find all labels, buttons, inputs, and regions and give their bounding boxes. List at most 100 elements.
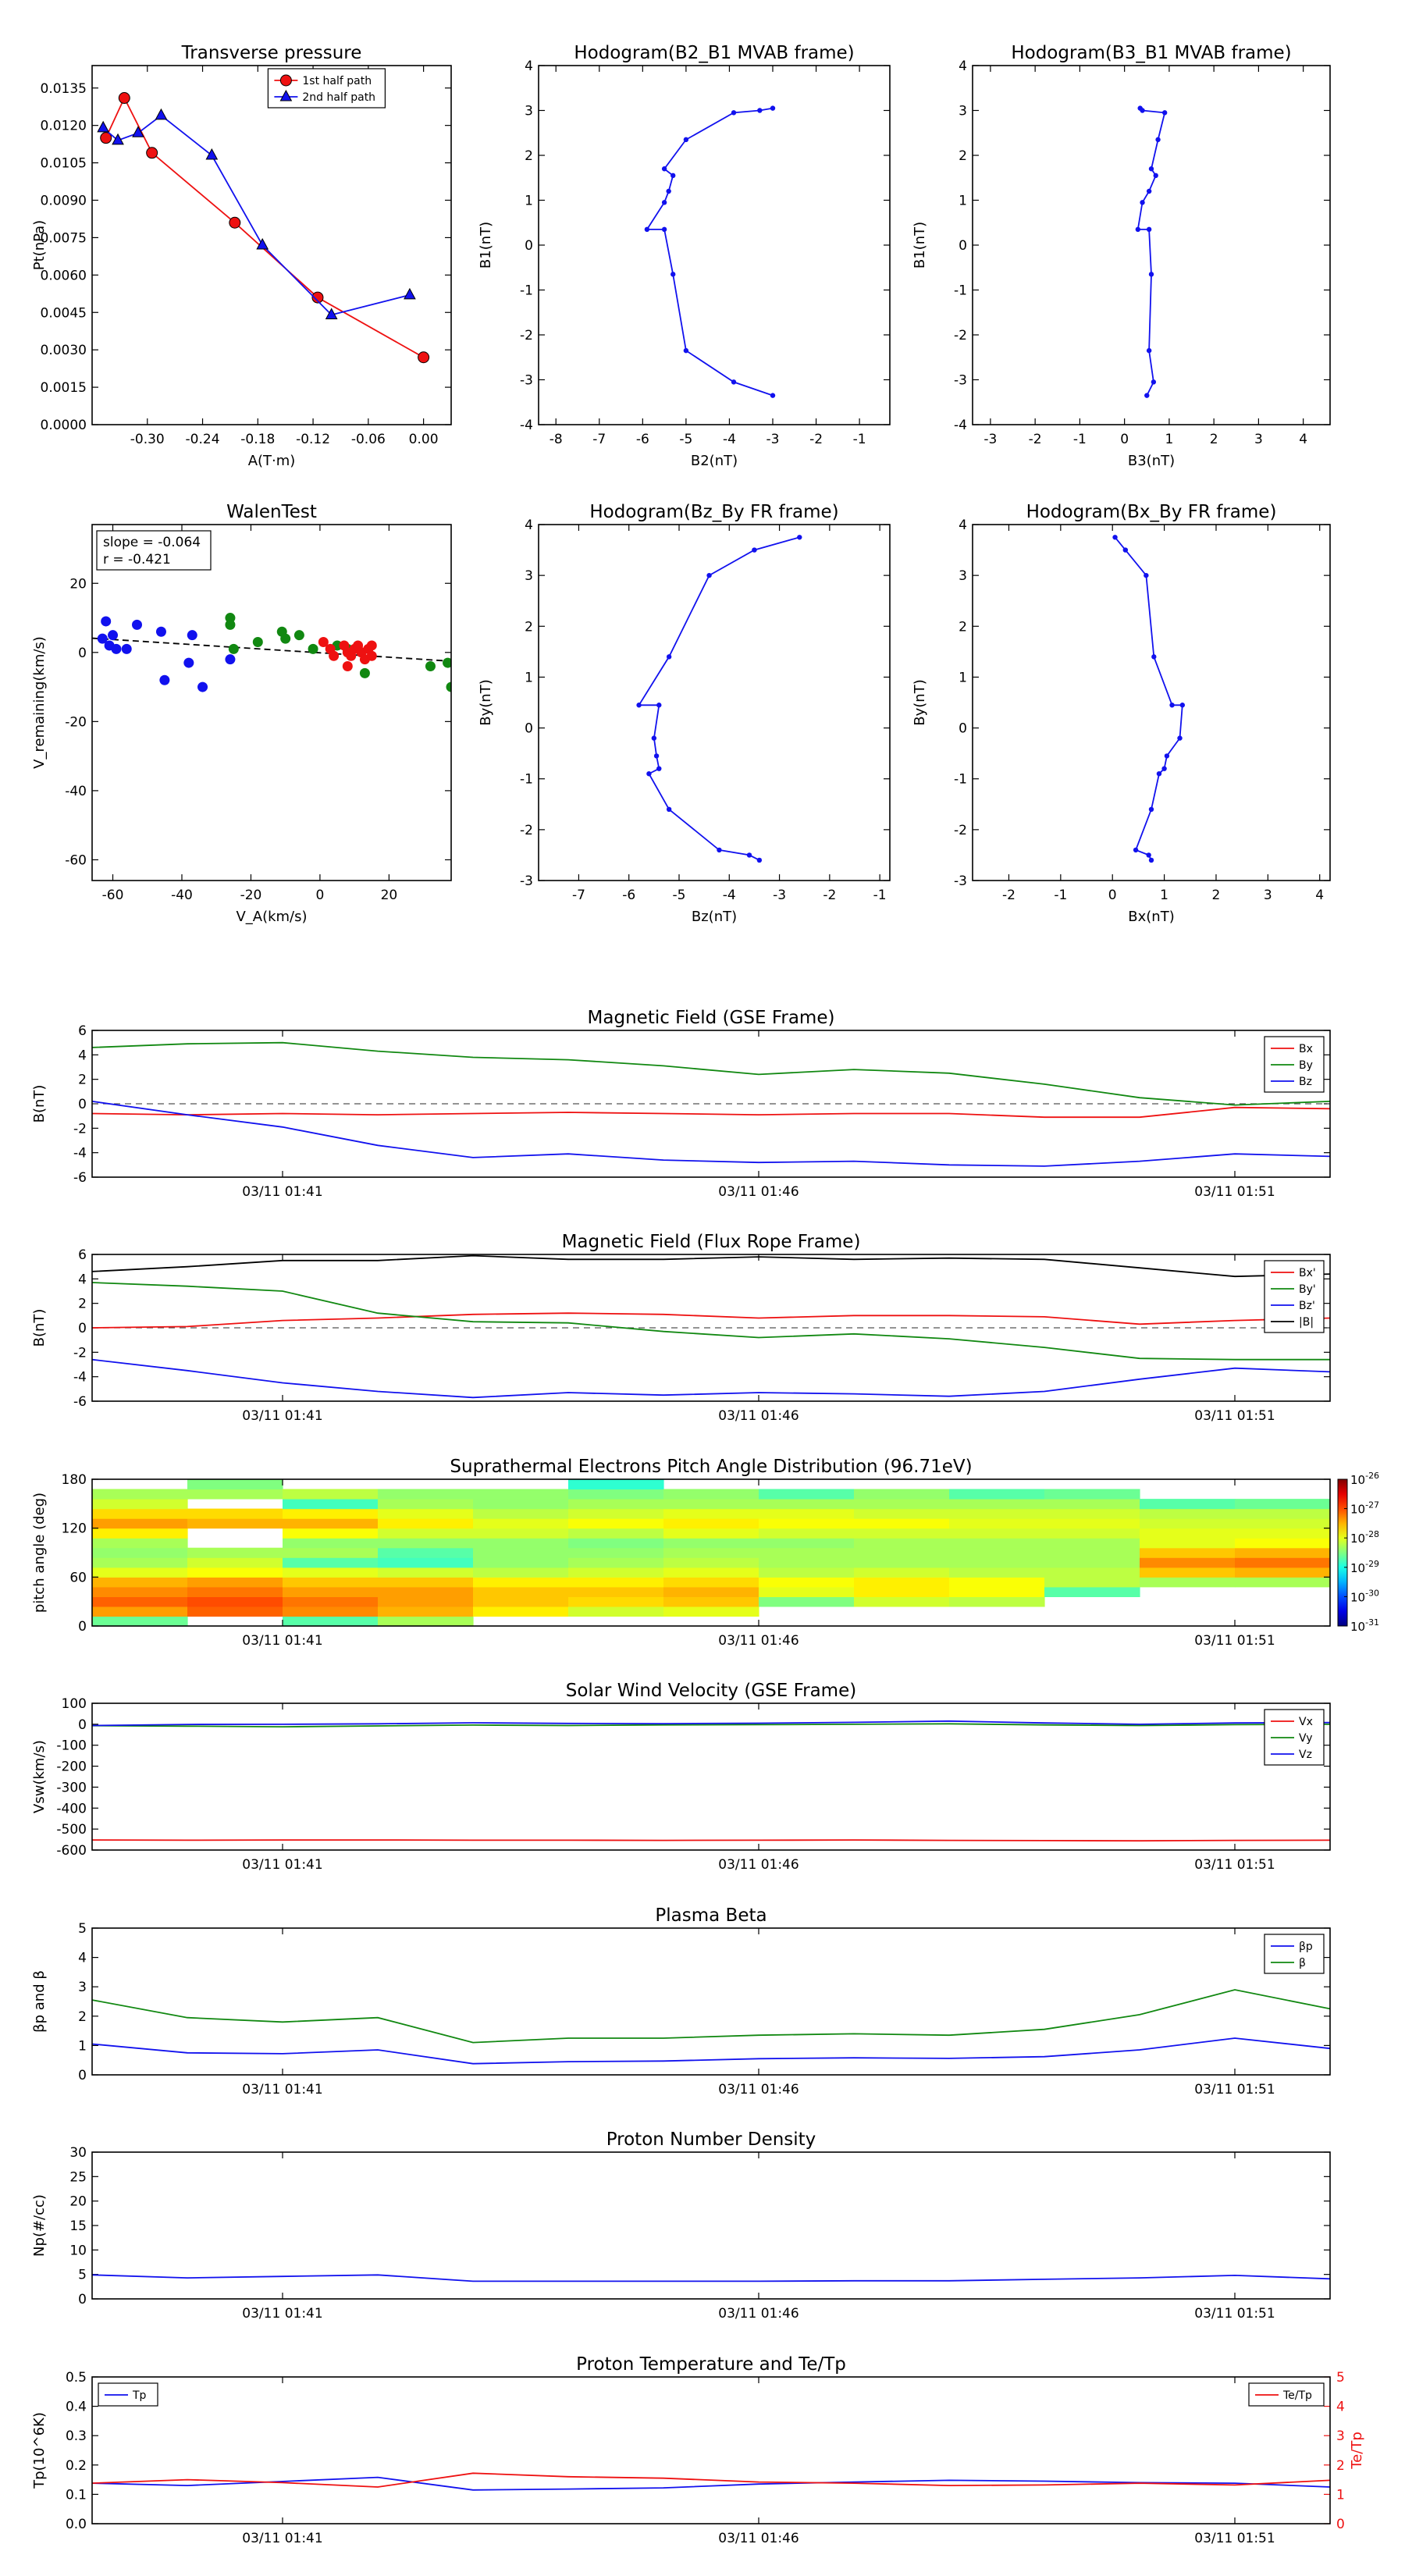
heatmap-cell [92,1538,188,1549]
data-point [1148,166,1154,172]
x-tick-label: 4 [1299,432,1307,447]
y-tick-label: 0.0 [66,2517,87,2532]
x-tick-label: -7 [572,888,585,903]
data-point [1135,226,1141,233]
series-0 [100,92,430,364]
heatmap-cell [187,1547,283,1558]
series-0 [97,616,236,692]
heatmap-cell [949,1596,1045,1607]
legend-label: Tp [132,2389,147,2402]
heatmap-cell [378,1616,474,1627]
x-tick-label: 03/11 01:41 [242,1408,322,1424]
data-point [329,650,340,661]
heatmap-cell [949,1499,1045,1510]
data-point [418,351,430,364]
legend-label: Vz [1299,1749,1312,1761]
data-point [1164,753,1170,759]
plot-frame [91,2376,1331,2524]
y-tick-label: 0 [525,721,533,737]
x-tick-label: 03/11 01:51 [1194,1408,1275,1424]
data-point [197,681,208,692]
data-point [425,661,436,672]
x-tick-label: 03/11 01:46 [718,2306,799,2322]
data-point [746,852,752,858]
series-line-Bz [92,1101,1330,1167]
y-tick-label: 1 [959,194,967,209]
legend: βp β [1264,1934,1325,1974]
heatmap-cell [568,1586,664,1597]
data-point [661,166,667,172]
heatmap-cell [949,1557,1045,1568]
x-tick-label: -3 [984,432,997,447]
y-tick-label: 4 [78,1048,87,1063]
y-tick-label: 120 [62,1521,87,1537]
heatmap-cell [854,1499,950,1510]
heatmap-cell [473,1528,569,1539]
data-point [101,616,112,627]
heatmap-cell [378,1528,474,1539]
y-tick-label: 2 [78,1297,87,1312]
legend-label: |B| [1299,1316,1314,1329]
series-0 [1112,535,1186,863]
heatmap-cell [187,1577,283,1588]
heatmap-cell [187,1606,283,1617]
heatmap-cell [187,1489,283,1500]
heatmap-cell [854,1557,950,1568]
y-tick-label: 0 [78,1717,87,1733]
heatmap-cell [1140,1567,1236,1578]
x-tick-label: -1 [873,888,887,903]
data-point [187,630,197,641]
data-point [656,766,662,771]
legend-label: 2nd half path [302,91,375,104]
data-point [666,654,672,660]
plot-frame [91,524,452,881]
x-tick-label: -0.12 [296,432,330,447]
heatmap-cell [187,1518,283,1529]
heatmap-cell [283,1586,379,1597]
y-tick-label: 0.0090 [41,194,87,209]
data-point [404,287,416,300]
heatmap-cell [1044,1577,1140,1588]
y-tick-label: 0 [78,1619,87,1635]
data-point [132,619,142,630]
annotation-box: slope = -0.064 r = -0.421 [96,530,212,571]
y-tick-label-right: 1 [1336,2487,1345,2503]
x-tick-label: 2 [1212,888,1221,903]
y-tick-label: 0.0135 [41,81,87,97]
heatmap-cell [473,1538,569,1549]
y-tick-label: -1 [954,283,967,299]
x-tick-label: 0 [1120,432,1129,447]
series-line-β [92,1989,1330,2044]
chart-title: Proton Number Density [606,2129,816,2150]
x-tick-label: 1 [1165,432,1173,447]
heatmap-cell [92,1596,188,1607]
y-tick-label: 3 [525,568,533,584]
y-tick-label: -3 [520,873,533,889]
heatmap-cell [378,1586,474,1597]
x-axis-label: V_A(km/s) [236,909,307,925]
heatmap-cell [1140,1547,1236,1558]
chart-hodo_b2b1: -8 -7 -6 -5 -4 -3 -2 -1 -4 -3 -2 -1 0 1 2 3 4 Hodogram(B2… [478,43,891,469]
y-tick-label: 6 [78,1247,87,1263]
data-point [661,200,667,205]
data-point [225,654,236,665]
figure-canvas: -0.30 -0.24 -0.18 -0.12 -0.06 0.000.00000.001… [31,43,1379,2546]
heatmap-cell [568,1528,664,1539]
series-line [637,536,800,861]
y-axis-label: βp and β [31,1970,48,2033]
data-point [770,393,776,398]
data-point [252,637,263,648]
data-point [159,674,170,685]
data-point [706,572,712,578]
heatmap-cell [283,1547,379,1558]
heatmap-cell [473,1518,569,1529]
heatmap-cell [1044,1547,1140,1558]
data-point [1161,766,1167,771]
heatmap-cell [92,1499,188,1510]
chart-hodo_bzby: -7 -6 -5 -4 -3 -2 -1 -3 -2 -1 0 1 2 3 4 Hodogram(Bz_By … [478,502,891,925]
y-tick-label: -4 [954,418,967,433]
y-tick-label: 20 [69,576,87,592]
y-tick-label: 20 [69,2194,87,2210]
chart-mag_fr: 03/11 01:41 03/11 01:46 03/11 01:51 -6 -4 -2 0… [31,1232,1331,1424]
heatmap-cell [663,1518,759,1529]
